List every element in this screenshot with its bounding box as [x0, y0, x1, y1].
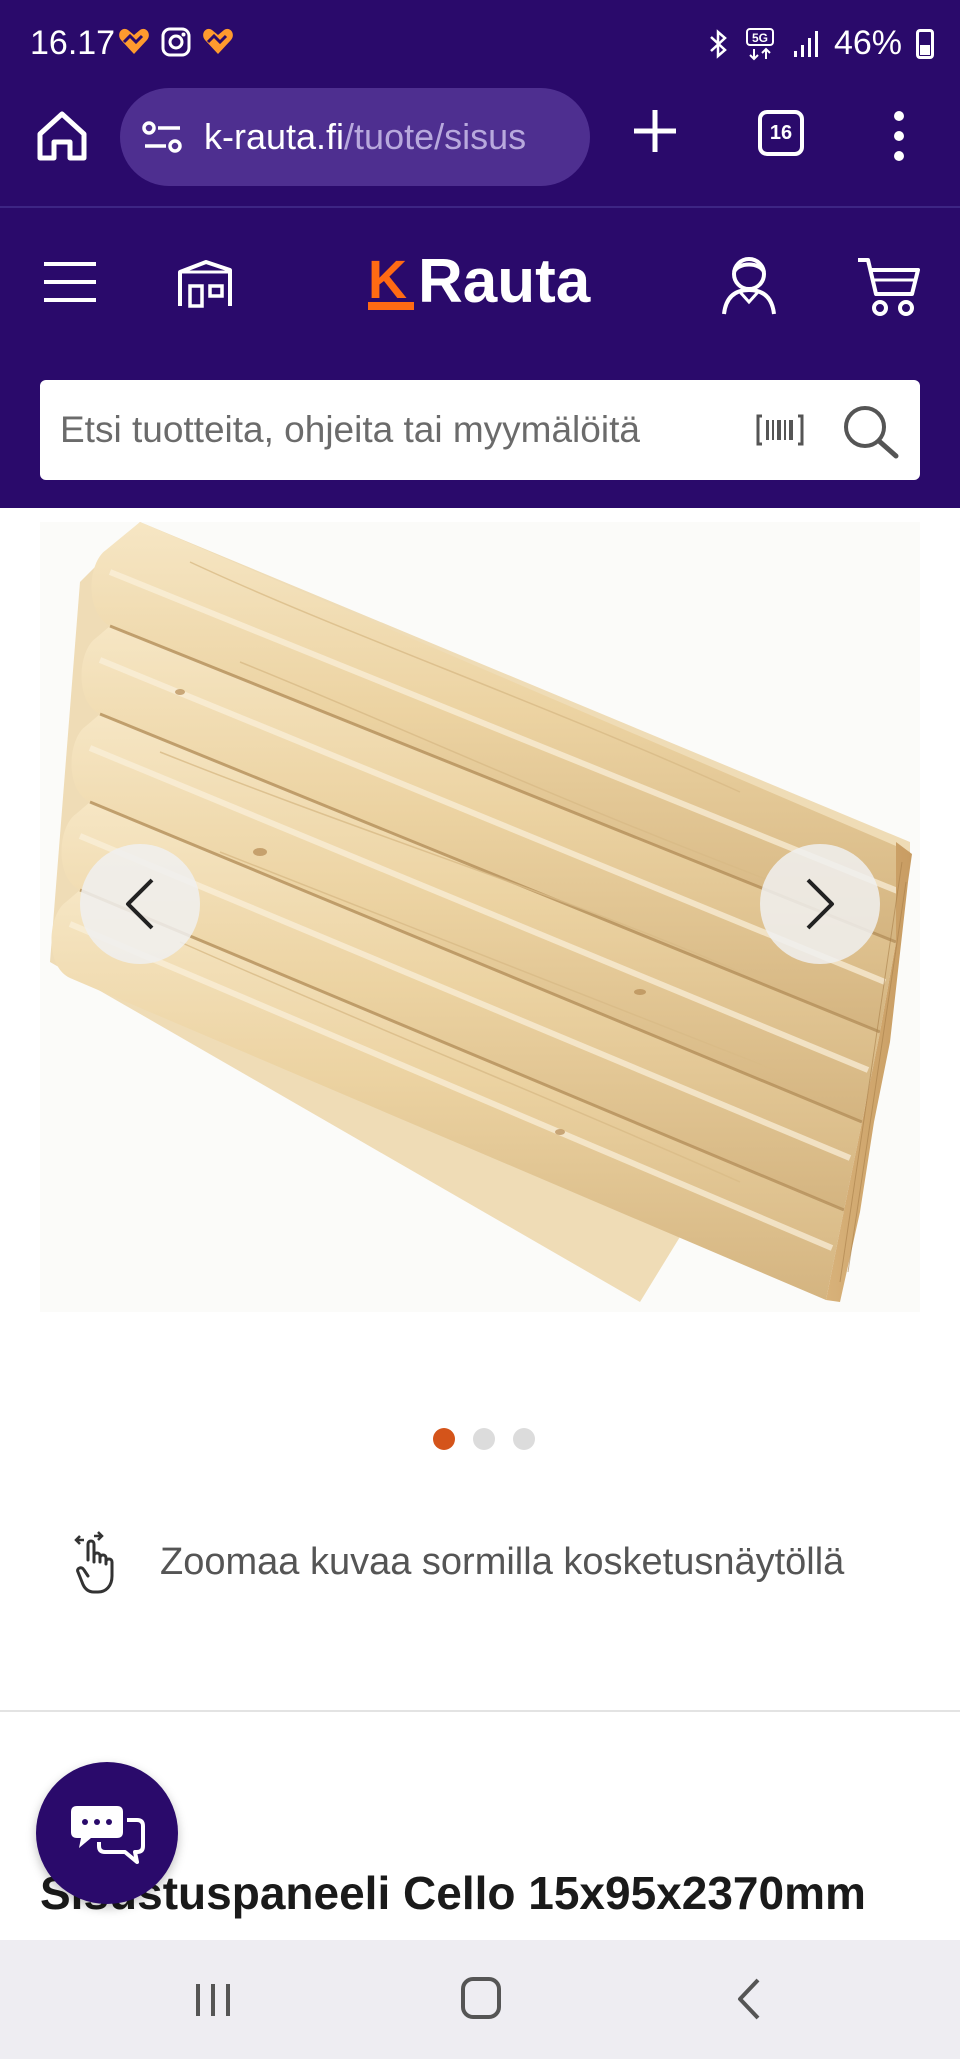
- logo-text: Rauta: [418, 247, 591, 316]
- heart-notification-icon: [118, 26, 150, 64]
- heart-notification-icon: [202, 26, 234, 64]
- chat-icon: [71, 1806, 145, 1864]
- section-divider: [0, 1710, 960, 1712]
- url-text: k-rauta.fi/tuote/sisus: [204, 116, 526, 158]
- barcode-scan-icon[interactable]: [756, 410, 804, 450]
- status-right: 5G 46%: [708, 24, 934, 63]
- 5g-icon: 5G: [745, 27, 774, 60]
- tab-switcher-button[interactable]: 16: [758, 110, 804, 156]
- back-icon[interactable]: [734, 1976, 764, 2022]
- k-rauta-logo[interactable]: K Rauta: [368, 247, 591, 316]
- signal-icon: [793, 30, 818, 57]
- battery-percent: 46%: [833, 24, 902, 62]
- zoom-hint: Zoomaa kuvaa sormilla kosketusnäytöllä: [74, 1530, 844, 1594]
- logo-k-mark: K: [368, 253, 416, 310]
- search-box: [40, 380, 920, 480]
- url-domain: k-rauta.fi: [204, 116, 345, 157]
- site-settings-icon[interactable]: [142, 120, 184, 154]
- battery-icon: [916, 28, 934, 59]
- chat-button[interactable]: [36, 1762, 178, 1904]
- zoom-hint-text: Zoomaa kuvaa sormilla kosketusnäytöllä: [160, 1540, 845, 1583]
- chevron-right-icon: [806, 878, 834, 930]
- chevron-left-icon: [126, 878, 154, 930]
- pagination-dot[interactable]: [513, 1428, 535, 1450]
- status-time: 16.17: [30, 24, 116, 62]
- logo-underline: [368, 302, 414, 310]
- previous-image-button[interactable]: [80, 844, 200, 964]
- new-tab-icon[interactable]: [630, 106, 680, 156]
- site-header: K Rauta: [0, 208, 960, 508]
- pagination-dot[interactable]: [433, 1428, 455, 1450]
- pagination-dot[interactable]: [473, 1428, 495, 1450]
- pinch-gesture-icon: [74, 1531, 114, 1594]
- account-icon[interactable]: [716, 254, 782, 316]
- cart-icon[interactable]: [856, 254, 922, 318]
- status-bar: 16.17 5G 46%: [0, 0, 960, 88]
- logo-k-letter: K: [368, 250, 407, 310]
- bluetooth-icon: [710, 28, 727, 59]
- instagram-icon: [160, 26, 192, 66]
- next-image-button[interactable]: [760, 844, 880, 964]
- address-bar[interactable]: k-rauta.fi/tuote/sisus: [120, 88, 590, 186]
- svg-text:5G: 5G: [752, 31, 768, 45]
- menu-icon[interactable]: [42, 260, 98, 304]
- gallery-pagination: [0, 1428, 960, 1450]
- recent-apps-icon[interactable]: [192, 1980, 234, 2020]
- more-vert-icon[interactable]: [884, 108, 914, 164]
- home-icon[interactable]: [34, 108, 90, 164]
- product-gallery: [0, 508, 960, 1348]
- browser-toolbar: k-rauta.fi/tuote/sisus 16: [0, 88, 960, 208]
- url-path: /tuote/sisus: [344, 116, 527, 157]
- home-button-icon[interactable]: [460, 1976, 502, 2020]
- android-navigation-bar: [0, 1940, 960, 2059]
- store-icon[interactable]: [176, 258, 234, 308]
- search-icon[interactable]: [840, 402, 900, 462]
- search-input[interactable]: [60, 380, 760, 480]
